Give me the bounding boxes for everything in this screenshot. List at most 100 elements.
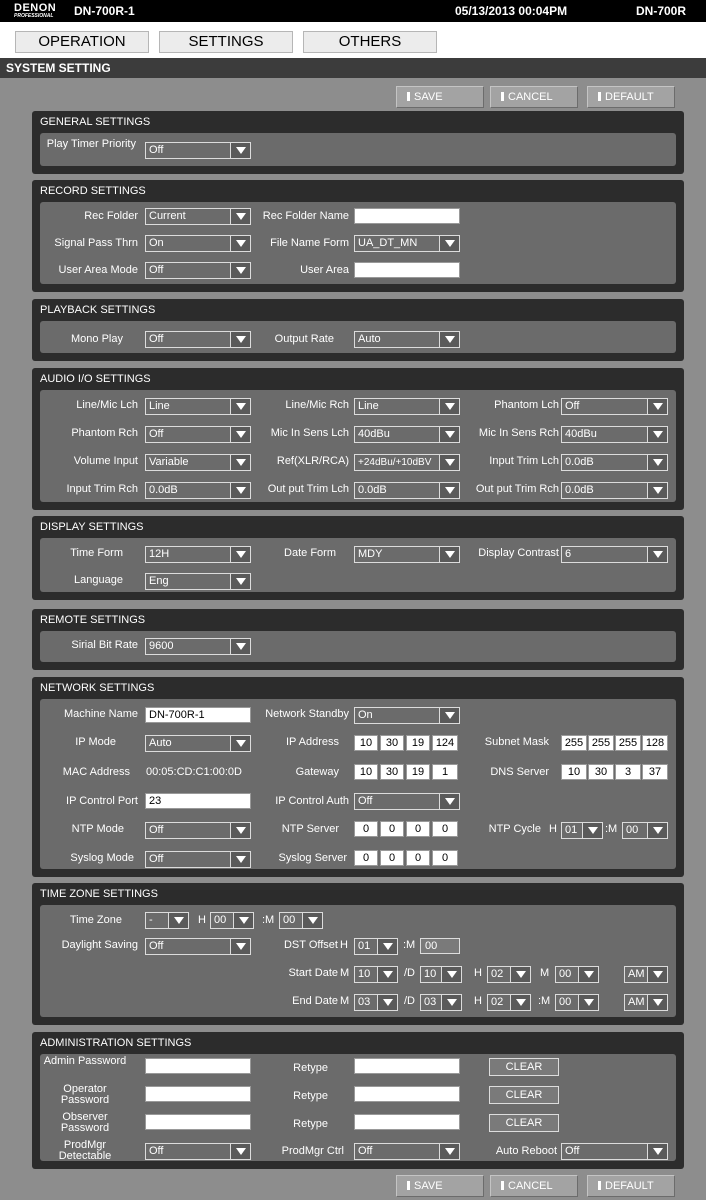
dst-offset-hour-select[interactable]: 01 <box>354 938 398 955</box>
ntp-server-octet-2[interactable]: 0 <box>380 821 404 837</box>
chevron-down-icon[interactable] <box>647 427 667 442</box>
chevron-down-icon[interactable] <box>647 483 667 498</box>
serial-bit-rate-select[interactable]: 9600 <box>145 638 251 655</box>
chevron-down-icon[interactable] <box>439 399 459 414</box>
line-mic-lch-select[interactable]: Line <box>145 398 251 415</box>
ip-address-octet-3[interactable]: 19 <box>406 735 430 751</box>
ip-control-port-input[interactable]: 23 <box>145 793 251 809</box>
output-rate-select[interactable]: Auto <box>354 331 460 348</box>
chevron-down-icon[interactable] <box>230 939 250 954</box>
chevron-down-icon[interactable] <box>439 427 459 442</box>
ip-control-auth-select[interactable]: Off <box>354 793 460 810</box>
machine-name-input[interactable]: DN-700R-1 <box>145 707 251 723</box>
subnet-octet-4[interactable]: 128 <box>642 735 668 751</box>
dns-octet-3[interactable]: 3 <box>615 764 641 780</box>
end-ampm-select[interactable]: AM <box>624 994 668 1011</box>
mono-play-select[interactable]: Off <box>145 331 251 348</box>
chevron-down-icon[interactable] <box>302 913 322 928</box>
operator-retype-input[interactable] <box>354 1086 460 1102</box>
gateway-octet-1[interactable]: 10 <box>354 764 378 780</box>
chevron-down-icon[interactable] <box>510 995 530 1010</box>
chevron-down-icon[interactable] <box>439 1144 459 1159</box>
ntp-cycle-minute-select[interactable]: 00 <box>622 822 668 839</box>
chevron-down-icon[interactable] <box>230 332 250 347</box>
file-name-form-select[interactable]: UA_DT_MN <box>354 235 460 252</box>
tab-operation[interactable]: OPERATION <box>15 31 149 53</box>
chevron-down-icon[interactable] <box>230 236 250 251</box>
network-standby-select[interactable]: On <box>354 707 460 724</box>
chevron-down-icon[interactable] <box>647 455 667 470</box>
syslog-server-octet-1[interactable]: 0 <box>354 850 378 866</box>
cancel-button-bottom[interactable]: CANCEL <box>490 1175 578 1197</box>
end-month-select[interactable]: 03 <box>354 994 398 1011</box>
subnet-octet-3[interactable]: 255 <box>615 735 641 751</box>
ip-mode-select[interactable]: Auto <box>145 735 251 752</box>
ip-address-octet-2[interactable]: 30 <box>380 735 404 751</box>
chevron-down-icon[interactable] <box>230 263 250 278</box>
chevron-down-icon[interactable] <box>647 547 667 562</box>
chevron-down-icon[interactable] <box>439 332 459 347</box>
display-contrast-select[interactable]: 6 <box>561 546 668 563</box>
end-day-select[interactable]: 03 <box>420 994 462 1011</box>
syslog-server-octet-3[interactable]: 0 <box>406 850 430 866</box>
time-form-select[interactable]: 12H <box>145 546 251 563</box>
end-hour-select[interactable]: 02 <box>487 994 531 1011</box>
chevron-down-icon[interactable] <box>510 967 530 982</box>
chevron-down-icon[interactable] <box>439 483 459 498</box>
observer-retype-input[interactable] <box>354 1114 460 1130</box>
end-minute-select[interactable]: 00 <box>555 994 599 1011</box>
chevron-down-icon[interactable] <box>377 995 397 1010</box>
chevron-down-icon[interactable] <box>230 852 250 867</box>
ntp-server-octet-4[interactable]: 0 <box>432 821 458 837</box>
chevron-down-icon[interactable] <box>230 483 250 498</box>
time-zone-minute-select[interactable]: 00 <box>279 912 323 929</box>
observer-clear-button[interactable]: CLEAR <box>489 1114 559 1132</box>
chevron-down-icon[interactable] <box>647 1144 667 1159</box>
chevron-down-icon[interactable] <box>377 939 397 954</box>
chevron-down-icon[interactable] <box>441 967 461 982</box>
chevron-down-icon[interactable] <box>230 1144 250 1159</box>
dns-octet-2[interactable]: 30 <box>588 764 614 780</box>
syslog-mode-select[interactable]: Off <box>145 851 251 868</box>
prodmgr-detectable-select[interactable]: Off <box>145 1143 251 1160</box>
start-hour-select[interactable]: 02 <box>487 966 531 983</box>
subnet-octet-2[interactable]: 255 <box>588 735 614 751</box>
chevron-down-icon[interactable] <box>439 708 459 723</box>
chevron-down-icon[interactable] <box>647 995 667 1010</box>
dns-octet-1[interactable]: 10 <box>561 764 587 780</box>
save-button[interactable]: SAVE <box>396 86 484 108</box>
start-month-select[interactable]: 10 <box>354 966 398 983</box>
phantom-rch-select[interactable]: Off <box>145 426 251 443</box>
chevron-down-icon[interactable] <box>230 427 250 442</box>
admin-password-input[interactable] <box>145 1058 251 1074</box>
dst-offset-minute-field[interactable]: 00 <box>420 938 460 954</box>
chevron-down-icon[interactable] <box>230 736 250 751</box>
user-area-input[interactable] <box>354 262 460 278</box>
observer-password-input[interactable] <box>145 1114 251 1130</box>
chevron-down-icon[interactable] <box>439 547 459 562</box>
ref-level-select[interactable]: +24dBu/+10dBV <box>354 454 460 471</box>
chevron-down-icon[interactable] <box>578 967 598 982</box>
syslog-server-octet-4[interactable]: 0 <box>432 850 458 866</box>
ntp-cycle-hour-select[interactable]: 01 <box>561 822 603 839</box>
input-trim-lch-select[interactable]: 0.0dB <box>561 454 668 471</box>
chevron-down-icon[interactable] <box>168 913 188 928</box>
chevron-down-icon[interactable] <box>230 547 250 562</box>
phantom-lch-select[interactable]: Off <box>561 398 668 415</box>
chevron-down-icon[interactable] <box>233 913 253 928</box>
chevron-down-icon[interactable] <box>230 639 250 654</box>
daylight-saving-select[interactable]: Off <box>145 938 251 955</box>
gateway-octet-4[interactable]: 1 <box>432 764 458 780</box>
dns-octet-4[interactable]: 37 <box>642 764 668 780</box>
prodmgr-ctrl-select[interactable]: Off <box>354 1143 460 1160</box>
operator-clear-button[interactable]: CLEAR <box>489 1086 559 1104</box>
default-button[interactable]: DEFAULT <box>587 86 675 108</box>
line-mic-rch-select[interactable]: Line <box>354 398 460 415</box>
tab-others[interactable]: OTHERS <box>303 31 437 53</box>
cancel-button[interactable]: CANCEL <box>490 86 578 108</box>
output-trim-rch-select[interactable]: 0.0dB <box>561 482 668 499</box>
chevron-down-icon[interactable] <box>377 967 397 982</box>
operator-password-input[interactable] <box>145 1086 251 1102</box>
chevron-down-icon[interactable] <box>230 399 250 414</box>
chevron-down-icon[interactable] <box>647 967 667 982</box>
